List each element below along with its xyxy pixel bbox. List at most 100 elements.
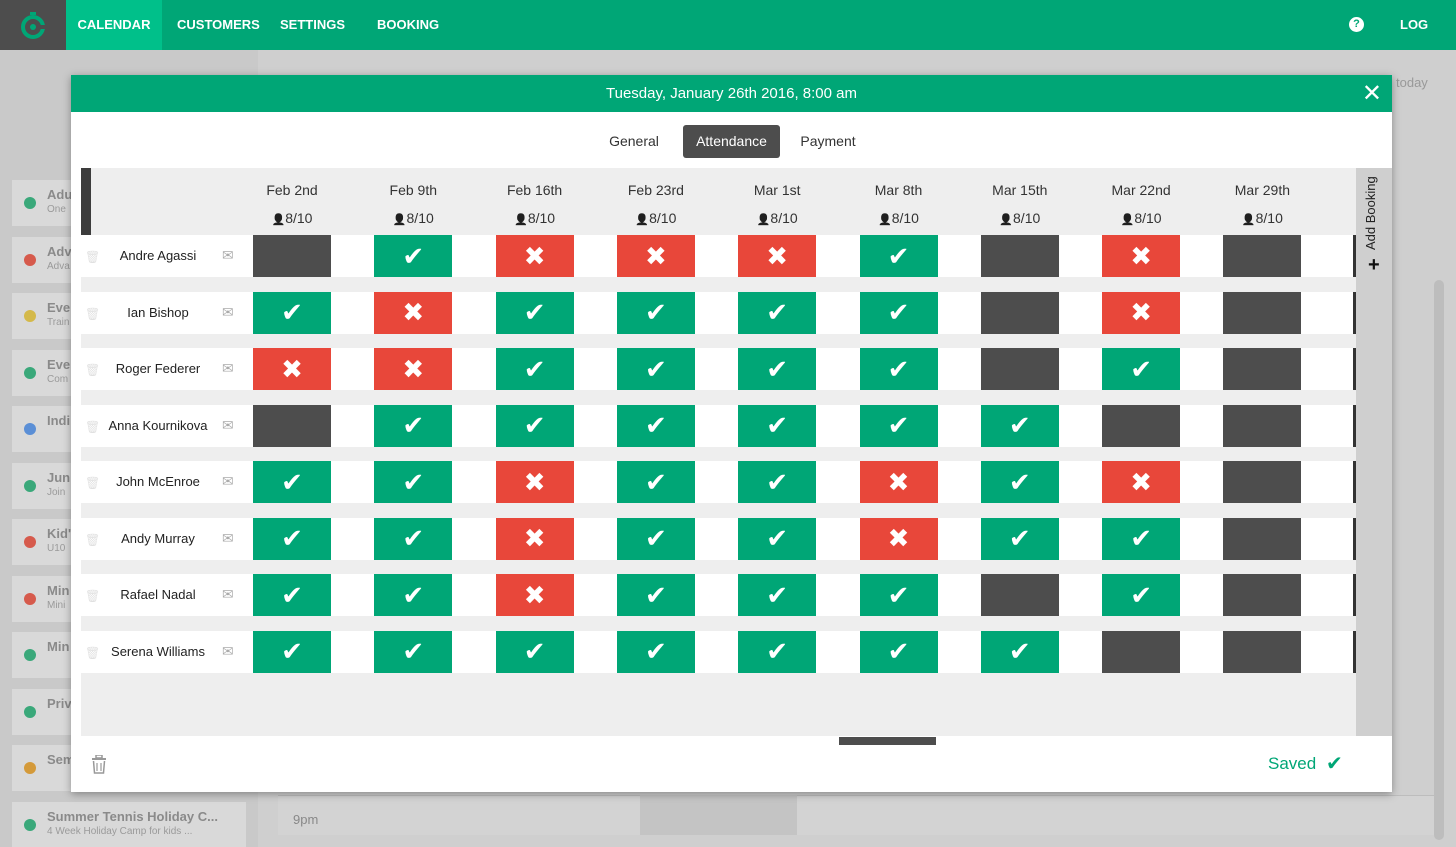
- attendance-cell-present[interactable]: ✔: [859, 404, 938, 447]
- attendance-cell-none[interactable]: [1102, 404, 1181, 447]
- attendance-cell-present[interactable]: ✔: [616, 291, 695, 334]
- attendance-cell-present[interactable]: ✔: [616, 404, 695, 447]
- attendance-cell-present[interactable]: ✔: [616, 574, 695, 616]
- attendance-cell-present[interactable]: ✔: [374, 630, 453, 673]
- attendance-cell-present[interactable]: ✔: [495, 291, 574, 334]
- attendance-cell-absent[interactable]: ✖: [374, 348, 453, 390]
- attendance-cell-present[interactable]: ✔: [1102, 517, 1181, 560]
- attendance-cell-present[interactable]: ✔: [980, 461, 1059, 503]
- attendance-cell-none[interactable]: [1223, 517, 1302, 560]
- attendance-cell-absent[interactable]: ✖: [859, 461, 938, 503]
- attendance-cell-present[interactable]: ✔: [616, 461, 695, 503]
- close-icon[interactable]: ✕: [1362, 75, 1382, 112]
- trash-icon[interactable]: 🗑: [85, 476, 100, 490]
- attendance-cell-absent[interactable]: ✖: [1102, 461, 1181, 503]
- attendance-cell-none[interactable]: [1223, 630, 1302, 673]
- attendance-cell-present[interactable]: ✔: [738, 404, 817, 447]
- attendance-cell-none[interactable]: [980, 574, 1059, 616]
- attendance-cell-absent[interactable]: ✖: [253, 348, 331, 390]
- attendance-cell-none[interactable]: [253, 235, 331, 277]
- attendance-cell-none[interactable]: [1223, 404, 1302, 447]
- plus-icon[interactable]: +: [1368, 254, 1380, 277]
- help-icon[interactable]: ?: [1349, 17, 1364, 32]
- attendance-cell-present[interactable]: ✔: [253, 517, 331, 560]
- attendance-cell-present[interactable]: ✔: [738, 348, 817, 390]
- attendance-cell-present[interactable]: ✔: [1102, 574, 1181, 616]
- attendance-cell-present[interactable]: ✔: [495, 348, 574, 390]
- attendance-cell-none[interactable]: [1102, 630, 1181, 673]
- attendance-cell-none[interactable]: [1223, 235, 1302, 277]
- trash-icon[interactable]: 🗑: [85, 307, 100, 321]
- attendance-cell-present[interactable]: ✔: [253, 291, 331, 334]
- attendance-cell-present[interactable]: ✔: [1102, 348, 1181, 390]
- attendance-cell-absent[interactable]: ✖: [616, 235, 695, 277]
- attendance-cell-present[interactable]: ✔: [859, 630, 938, 673]
- envelope-icon[interactable]: ✉: [222, 360, 234, 377]
- attendance-cell-none[interactable]: [1223, 461, 1302, 503]
- attendance-cell-none[interactable]: [980, 348, 1059, 390]
- attendance-cell-present[interactable]: ✔: [738, 517, 817, 560]
- attendance-cell-present[interactable]: ✔: [738, 461, 817, 503]
- attendance-cell-present[interactable]: ✔: [859, 235, 938, 277]
- trash-icon[interactable]: 🗑: [85, 420, 100, 434]
- background-scrollbar[interactable]: [1434, 280, 1444, 840]
- delete-booking-icon[interactable]: [91, 754, 107, 779]
- attendance-cell-present[interactable]: ✔: [374, 517, 453, 560]
- attendance-cell-none[interactable]: [980, 291, 1059, 334]
- attendance-cell-absent[interactable]: ✖: [495, 235, 574, 277]
- envelope-icon[interactable]: ✉: [222, 417, 234, 434]
- background-today-button[interactable]: today: [1396, 75, 1428, 90]
- attendance-cell-absent[interactable]: ✖: [495, 461, 574, 503]
- attendance-cell-present[interactable]: ✔: [980, 404, 1059, 447]
- attendance-cell-none[interactable]: [1223, 348, 1302, 390]
- attendance-cell-present[interactable]: ✔: [253, 461, 331, 503]
- nav-booking[interactable]: BOOKING: [377, 0, 439, 50]
- attendance-cell-none[interactable]: [1223, 574, 1302, 616]
- attendance-cell-present[interactable]: ✔: [738, 630, 817, 673]
- envelope-icon[interactable]: ✉: [222, 643, 234, 660]
- background-sidebar-item[interactable]: Summer Tennis Holiday C... 4 Week Holiday…: [12, 801, 246, 847]
- attendance-cell-present[interactable]: ✔: [495, 404, 574, 447]
- nav-settings[interactable]: SETTINGS: [280, 0, 345, 50]
- attendance-cell-present[interactable]: ✔: [980, 630, 1059, 673]
- attendance-cell-present[interactable]: ✔: [616, 630, 695, 673]
- app-logo[interactable]: [0, 0, 66, 50]
- attendance-cell-present[interactable]: ✔: [374, 574, 453, 616]
- attendance-cell-none[interactable]: [980, 235, 1059, 277]
- trash-icon[interactable]: 🗑: [85, 250, 100, 264]
- tab-attendance[interactable]: Attendance: [683, 125, 780, 158]
- attendance-cell-present[interactable]: ✔: [980, 517, 1059, 560]
- envelope-icon[interactable]: ✉: [222, 586, 234, 603]
- envelope-icon[interactable]: ✉: [222, 247, 234, 264]
- attendance-cell-absent[interactable]: ✖: [495, 517, 574, 560]
- attendance-cell-present[interactable]: ✔: [738, 291, 817, 334]
- trash-icon[interactable]: 🗑: [85, 589, 100, 603]
- logout-button[interactable]: LOG OUT: [1400, 0, 1456, 82]
- nav-customers[interactable]: CUSTOMERS: [177, 0, 260, 50]
- attendance-cell-present[interactable]: ✔: [495, 630, 574, 673]
- attendance-cell-absent[interactable]: ✖: [738, 235, 817, 277]
- attendance-cell-absent[interactable]: ✖: [1102, 291, 1181, 334]
- attendance-cell-present[interactable]: ✔: [859, 348, 938, 390]
- attendance-cell-present[interactable]: ✔: [374, 404, 453, 447]
- tab-general[interactable]: General: [601, 125, 667, 158]
- trash-icon[interactable]: 🗑: [85, 646, 100, 660]
- envelope-icon[interactable]: ✉: [222, 530, 234, 547]
- attendance-cell-present[interactable]: ✔: [738, 574, 817, 616]
- attendance-cell-absent[interactable]: ✖: [859, 517, 938, 560]
- attendance-cell-none[interactable]: [1223, 291, 1302, 334]
- horizontal-scrollbar[interactable]: [839, 737, 936, 745]
- attendance-cell-present[interactable]: ✔: [859, 291, 938, 334]
- attendance-cell-absent[interactable]: ✖: [495, 574, 574, 616]
- attendance-cell-present[interactable]: ✔: [859, 574, 938, 616]
- attendance-cell-absent[interactable]: ✖: [1102, 235, 1181, 277]
- attendance-cell-present[interactable]: ✔: [374, 235, 453, 277]
- attendance-cell-present[interactable]: ✔: [374, 461, 453, 503]
- envelope-icon[interactable]: ✉: [222, 473, 234, 490]
- attendance-cell-present[interactable]: ✔: [616, 348, 695, 390]
- attendance-cell-present[interactable]: ✔: [616, 517, 695, 560]
- tab-payment[interactable]: Payment: [796, 125, 860, 158]
- trash-icon[interactable]: 🗑: [85, 533, 100, 547]
- attendance-cell-present[interactable]: ✔: [253, 630, 331, 673]
- nav-calendar[interactable]: CALENDAR: [66, 0, 162, 50]
